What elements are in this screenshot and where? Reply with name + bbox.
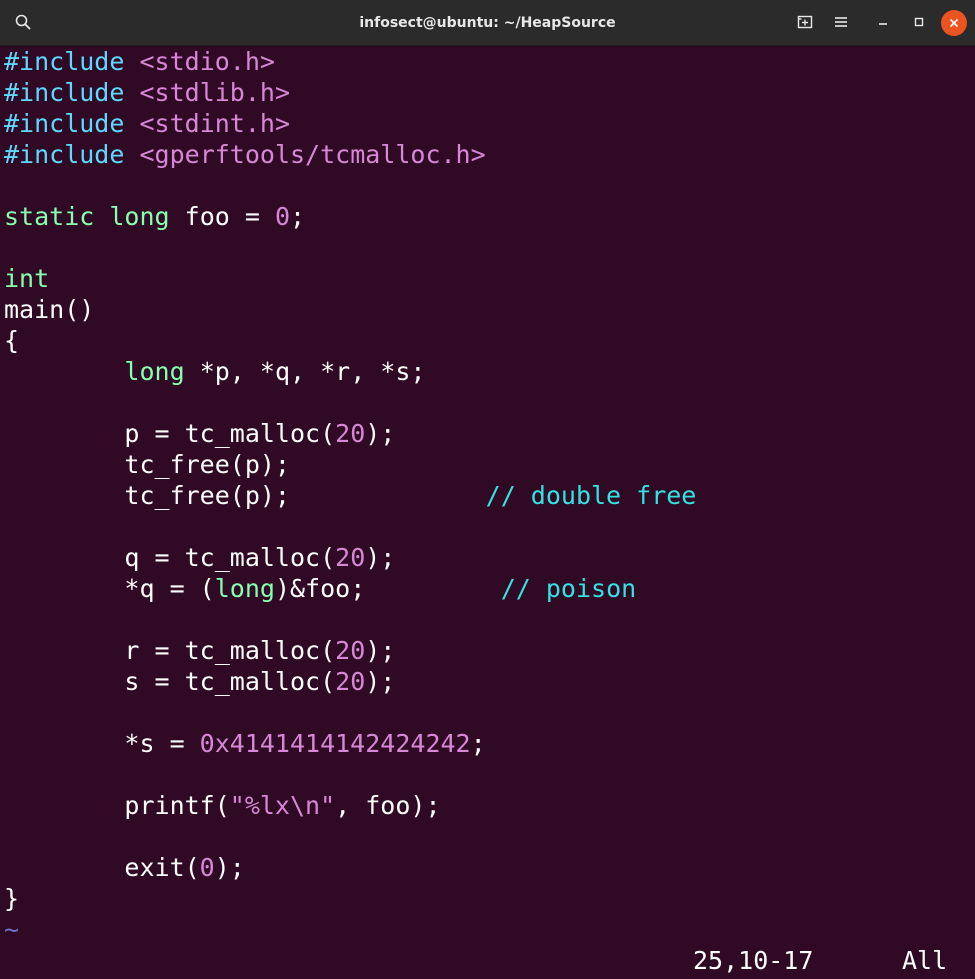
type-keyword: long bbox=[109, 202, 170, 231]
hex-literal: 0x4141414142424242 bbox=[199, 729, 471, 758]
code-line-10: { bbox=[4, 325, 19, 356]
code-text: tc_free(p); bbox=[4, 450, 290, 479]
maximize-icon bbox=[914, 17, 924, 27]
close-button[interactable] bbox=[941, 10, 967, 36]
minimize-icon bbox=[879, 23, 887, 25]
title-bar[interactable]: infosect@ubuntu: ~/HeapSource bbox=[0, 0, 975, 46]
code-line-25: printf("%lx\n", foo); bbox=[4, 790, 441, 821]
code-text: , foo); bbox=[335, 791, 441, 820]
new-tab-icon bbox=[797, 15, 813, 29]
code-text: { bbox=[4, 326, 20, 355]
code-text: ); bbox=[365, 419, 396, 448]
code-line-23: *s = 0x4141414142424242; bbox=[4, 728, 486, 759]
code-line-1: #include <stdio.h> bbox=[4, 46, 275, 77]
code-text: ; bbox=[470, 729, 486, 758]
hamburger-menu-icon bbox=[835, 17, 847, 27]
type-keyword: long bbox=[124, 357, 185, 386]
number-literal: 0 bbox=[199, 853, 215, 882]
code-line-2: #include <stdlib.h> bbox=[4, 77, 290, 108]
code-line-21: s = tc_malloc(20); bbox=[4, 666, 395, 697]
preprocessor-directive: #include bbox=[4, 78, 125, 107]
code-line-8: int bbox=[4, 263, 49, 294]
number-literal: 20 bbox=[335, 419, 366, 448]
code-comment: // double free bbox=[485, 481, 697, 510]
code-text: ); bbox=[365, 667, 396, 696]
vim-editor[interactable]: #include <stdio.h> #include <stdlib.h> #… bbox=[0, 46, 975, 979]
code-line-4: #include <gperftools/tcmalloc.h> bbox=[4, 139, 486, 170]
code-text: printf( bbox=[4, 791, 230, 820]
code-line-3: #include <stdint.h> bbox=[4, 108, 290, 139]
code-line-20: r = tc_malloc(20); bbox=[4, 635, 395, 666]
empty-buffer-line: ~ bbox=[4, 915, 20, 944]
code-text: tc_free(p); bbox=[4, 481, 486, 510]
code-line-15: tc_free(p); // double free bbox=[4, 480, 696, 511]
code-text: *p, *q, *r, *s; bbox=[184, 357, 426, 386]
code-text: foo = bbox=[169, 202, 275, 231]
cursor-position: 25,10-17 bbox=[693, 946, 814, 975]
code-line-27: exit(0); bbox=[4, 852, 245, 883]
maximize-button[interactable] bbox=[904, 7, 934, 37]
code-text: ; bbox=[290, 202, 306, 231]
include-header: <stdio.h> bbox=[139, 47, 275, 76]
new-tab-button[interactable] bbox=[790, 7, 820, 37]
code-line-14: tc_free(p); bbox=[4, 449, 290, 480]
search-button[interactable] bbox=[8, 7, 38, 37]
code-line-18: *q = (long)&foo; // poison bbox=[4, 573, 636, 604]
code-text: ); bbox=[365, 543, 396, 572]
include-header: <stdint.h> bbox=[139, 109, 290, 138]
menu-button[interactable] bbox=[826, 7, 856, 37]
code-line-28: } bbox=[4, 883, 19, 914]
preprocessor-directive: #include bbox=[4, 140, 125, 169]
preprocessor-directive: #include bbox=[4, 109, 125, 138]
code-line-13: p = tc_malloc(20); bbox=[4, 418, 395, 449]
code-text: )&foo; bbox=[274, 574, 501, 603]
number-literal: 20 bbox=[335, 636, 366, 665]
string-literal: "%lx\n" bbox=[229, 791, 336, 820]
close-icon bbox=[949, 18, 959, 28]
code-line-9: main() bbox=[4, 294, 94, 325]
code-text: r = tc_malloc( bbox=[4, 636, 336, 665]
code-text: exit( bbox=[4, 853, 200, 882]
code-text: *q = ( bbox=[4, 574, 215, 603]
storage-keyword: static bbox=[4, 202, 95, 231]
type-keyword: int bbox=[4, 264, 50, 293]
scroll-indicator: All bbox=[902, 946, 948, 975]
code-text: ); bbox=[214, 853, 245, 882]
minimize-button[interactable] bbox=[868, 7, 898, 37]
preprocessor-directive: #include bbox=[4, 47, 125, 76]
include-header: <stdlib.h> bbox=[139, 78, 290, 107]
code-comment: // poison bbox=[500, 574, 637, 603]
code-text: q = tc_malloc( bbox=[4, 543, 336, 572]
code-text: *s = bbox=[4, 729, 200, 758]
code-line-11: long *p, *q, *r, *s; bbox=[4, 356, 425, 387]
code-text: } bbox=[4, 884, 20, 913]
type-keyword: long bbox=[214, 574, 275, 603]
search-icon bbox=[15, 14, 31, 30]
code-line-17: q = tc_malloc(20); bbox=[4, 542, 395, 573]
number-literal: 0 bbox=[274, 202, 291, 231]
code-text: main() bbox=[4, 295, 95, 324]
code-text: ); bbox=[365, 636, 396, 665]
code-text: p = tc_malloc( bbox=[4, 419, 336, 448]
code-text: s = tc_malloc( bbox=[4, 667, 336, 696]
terminal-window: infosect@ubuntu: ~/HeapSource #include <… bbox=[0, 0, 975, 979]
include-header: <gperftools/tcmalloc.h> bbox=[139, 140, 486, 169]
code-line-6: static long foo = 0; bbox=[4, 201, 305, 232]
number-literal: 20 bbox=[335, 667, 366, 696]
number-literal: 20 bbox=[335, 543, 366, 572]
